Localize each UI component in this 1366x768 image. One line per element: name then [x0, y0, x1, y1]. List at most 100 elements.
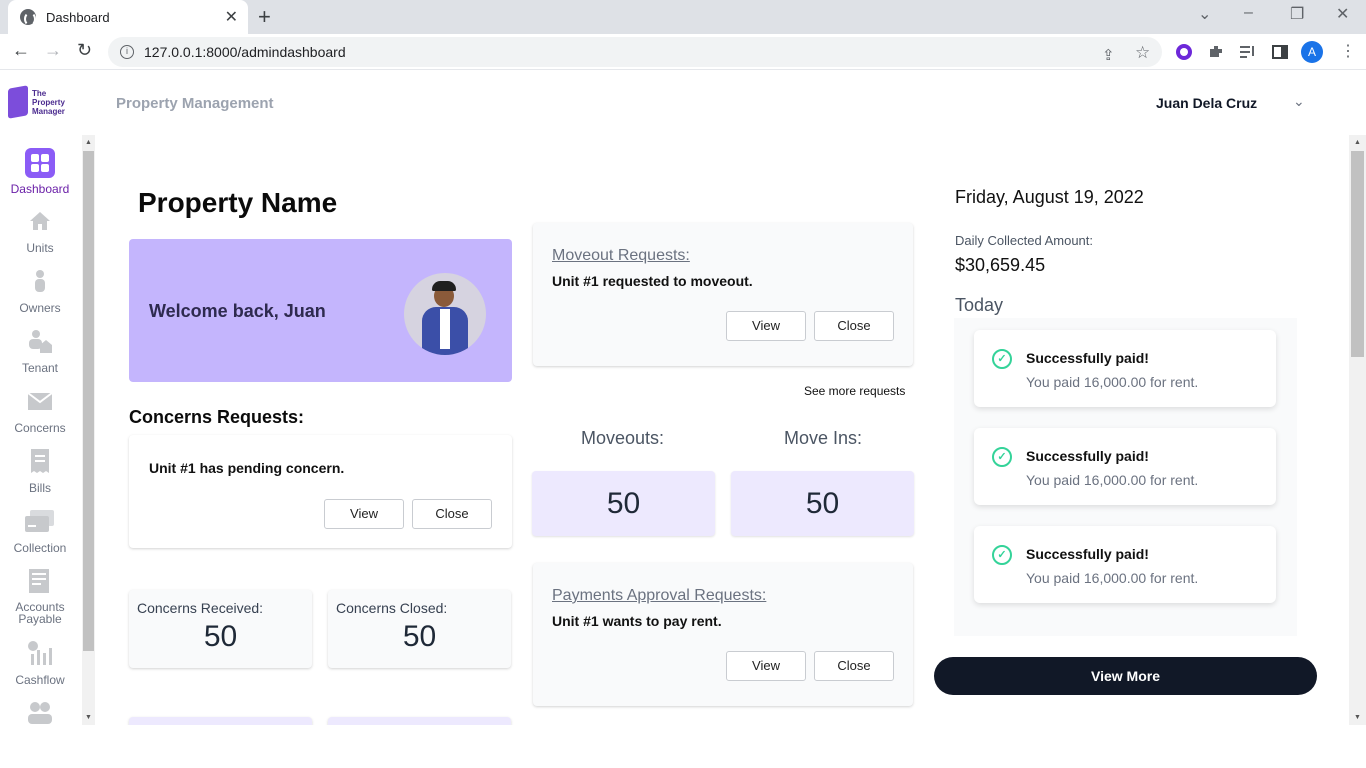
- forward-icon[interactable]: →: [44, 40, 62, 61]
- address-bar[interactable]: i 127.0.0.1:8000/admindashboard ⇪ ☆: [108, 37, 1162, 67]
- tenant-icon: [29, 330, 52, 353]
- side-panel-icon[interactable]: [1270, 42, 1290, 62]
- scroll-down-icon[interactable]: ▼: [85, 714, 92, 721]
- back-icon[interactable]: ←: [12, 40, 30, 61]
- card-icon: [25, 510, 54, 532]
- sidebar-item-tenant[interactable]: Tenant: [0, 328, 80, 375]
- main-scrollbar[interactable]: ▲ ▼: [1349, 135, 1366, 725]
- moveout-card: Moveout Requests: Unit #1 requested to m…: [533, 223, 913, 366]
- daily-collected-label: Daily Collected Amount:: [955, 233, 1094, 248]
- check-circle-icon: ✓: [992, 349, 1012, 369]
- check-circle-icon: ✓: [992, 545, 1012, 565]
- moveout-close-button[interactable]: Close: [814, 311, 894, 341]
- page-title: Property Name: [138, 187, 338, 218]
- see-more-requests-link[interactable]: See more requests: [804, 384, 905, 398]
- notification-item[interactable]: ✓ Successfully paid! You paid 16,000.00 …: [974, 526, 1276, 603]
- menu-icon[interactable]: ⋮: [1340, 41, 1356, 61]
- concern-message: Unit #1 has pending concern.: [149, 460, 345, 476]
- tab-search-icon[interactable]: ⌄: [1198, 4, 1211, 24]
- url-text: 127.0.0.1:8000/admindashboard: [144, 44, 346, 60]
- check-circle-icon: ✓: [992, 447, 1012, 467]
- notification-item[interactable]: ✓ Successfully paid! You paid 16,000.00 …: [974, 428, 1276, 505]
- scroll-down-icon[interactable]: ▼: [1354, 714, 1361, 721]
- globe-icon: [20, 9, 36, 26]
- scroll-up-icon[interactable]: ▲: [1354, 139, 1361, 146]
- view-more-button[interactable]: View More: [934, 657, 1317, 695]
- star-icon[interactable]: ☆: [1135, 43, 1150, 63]
- payments-close-button[interactable]: Close: [814, 651, 894, 681]
- sidebar-item-more[interactable]: [0, 700, 80, 725]
- concern-card: Unit #1 has pending concern. View Close: [129, 435, 512, 548]
- moveouts-label: Moveouts:: [581, 428, 665, 448]
- user-menu[interactable]: Juan Dela Cruz: [1156, 95, 1257, 111]
- sidebar-item-accounts-payable[interactable]: Accounts Payable: [0, 568, 80, 625]
- daily-collected-value: $30,659.45: [955, 255, 1046, 275]
- sidebar-scrollbar[interactable]: ▲ ▼: [82, 135, 95, 725]
- current-date: Friday, August 19, 2022: [955, 187, 1144, 207]
- moveout-title-link[interactable]: Moveout Requests:: [552, 247, 690, 265]
- media-icon[interactable]: [1238, 42, 1258, 62]
- receipt-icon: [31, 449, 49, 473]
- stat-card-partial: [129, 717, 312, 725]
- stat-concerns-closed: Concerns Closed: 50: [328, 590, 511, 668]
- sidebar-item-dashboard[interactable]: Dashboard: [0, 148, 80, 196]
- moveins-count: 50: [731, 471, 914, 536]
- sidebar: Dashboard Units Owners Tenant Concerns B…: [0, 135, 80, 725]
- stat-concerns-received: Concerns Received: 50: [129, 590, 312, 668]
- chevron-down-icon[interactable]: ⌄: [1293, 93, 1305, 110]
- concerns-title: Concerns Requests:: [129, 407, 305, 427]
- sidebar-item-concerns[interactable]: Concerns: [0, 388, 80, 435]
- new-tab-icon[interactable]: +: [258, 4, 271, 30]
- home-icon: [30, 212, 50, 230]
- moveouts-count: 50: [532, 471, 715, 536]
- today-label: Today: [955, 295, 1004, 315]
- payments-message: Unit #1 wants to pay rent.: [552, 613, 722, 629]
- reload-icon[interactable]: ↻: [77, 40, 92, 61]
- info-icon[interactable]: i: [120, 45, 134, 59]
- user-icon: [35, 270, 45, 292]
- app-title: Property Management: [116, 95, 274, 112]
- restore-icon[interactable]: ❐: [1290, 4, 1304, 24]
- dashboard-icon: [25, 148, 55, 178]
- cashflow-icon: [28, 641, 52, 665]
- browser-tab[interactable]: Dashboard ✕: [8, 0, 248, 34]
- window-close-icon[interactable]: ✕: [1336, 4, 1349, 24]
- app-header: The Property Manager Property Management…: [0, 71, 1366, 135]
- users-icon: [28, 702, 52, 724]
- minimize-icon[interactable]: –: [1244, 4, 1253, 22]
- sidebar-item-owners[interactable]: Owners: [0, 268, 80, 315]
- notifications-panel: ✓ Successfully paid! You paid 16,000.00 …: [954, 318, 1297, 636]
- logo[interactable]: The Property Manager: [8, 85, 74, 121]
- scrollbar-thumb[interactable]: [1351, 151, 1364, 357]
- concern-close-button[interactable]: Close: [412, 499, 492, 529]
- scrollbar-thumb[interactable]: [83, 151, 94, 651]
- payments-view-button[interactable]: View: [726, 651, 806, 681]
- notification-item[interactable]: ✓ Successfully paid! You paid 16,000.00 …: [974, 330, 1276, 407]
- moveins-label: Move Ins:: [784, 428, 863, 448]
- welcome-illustration: [404, 273, 486, 355]
- sidebar-item-cashflow[interactable]: Cashflow: [0, 640, 80, 687]
- stat-card-partial: [328, 717, 511, 725]
- payments-title-link[interactable]: Payments Approval Requests:: [552, 587, 766, 605]
- welcome-banner: Welcome back, Juan: [129, 239, 512, 382]
- moveout-message: Unit #1 requested to moveout.: [552, 273, 753, 289]
- puzzle-icon[interactable]: [1206, 42, 1226, 62]
- tab-title: Dashboard: [46, 9, 110, 25]
- browser-toolbar: ← → ↻ i 127.0.0.1:8000/admindashboard ⇪ …: [0, 34, 1366, 70]
- mail-icon: [27, 392, 53, 410]
- sidebar-item-units[interactable]: Units: [0, 208, 80, 255]
- main-content: Property Name Welcome back, Juan Concern…: [95, 135, 1349, 725]
- profile-avatar[interactable]: A: [1301, 41, 1323, 63]
- share-icon[interactable]: ⇪: [1102, 46, 1115, 64]
- close-icon[interactable]: ✕: [225, 7, 238, 27]
- browser-tabbar: Dashboard ✕ + ⌄ – ❐ ✕: [0, 0, 1366, 34]
- extension-circle-icon[interactable]: [1174, 42, 1194, 62]
- concern-view-button[interactable]: View: [324, 499, 404, 529]
- moveout-view-button[interactable]: View: [726, 311, 806, 341]
- scroll-up-icon[interactable]: ▲: [85, 139, 92, 146]
- ledger-icon: [29, 569, 49, 593]
- logo-cube-icon: [8, 85, 28, 119]
- sidebar-item-collection[interactable]: Collection: [0, 508, 80, 555]
- payments-card: Payments Approval Requests: Unit #1 want…: [533, 563, 913, 706]
- sidebar-item-bills[interactable]: Bills: [0, 448, 80, 495]
